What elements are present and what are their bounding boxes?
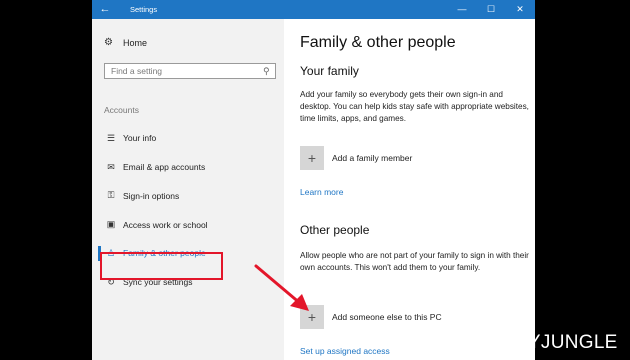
red-arrow-annotation xyxy=(254,264,309,311)
watermark: TECHYJUNGLE xyxy=(475,332,618,353)
